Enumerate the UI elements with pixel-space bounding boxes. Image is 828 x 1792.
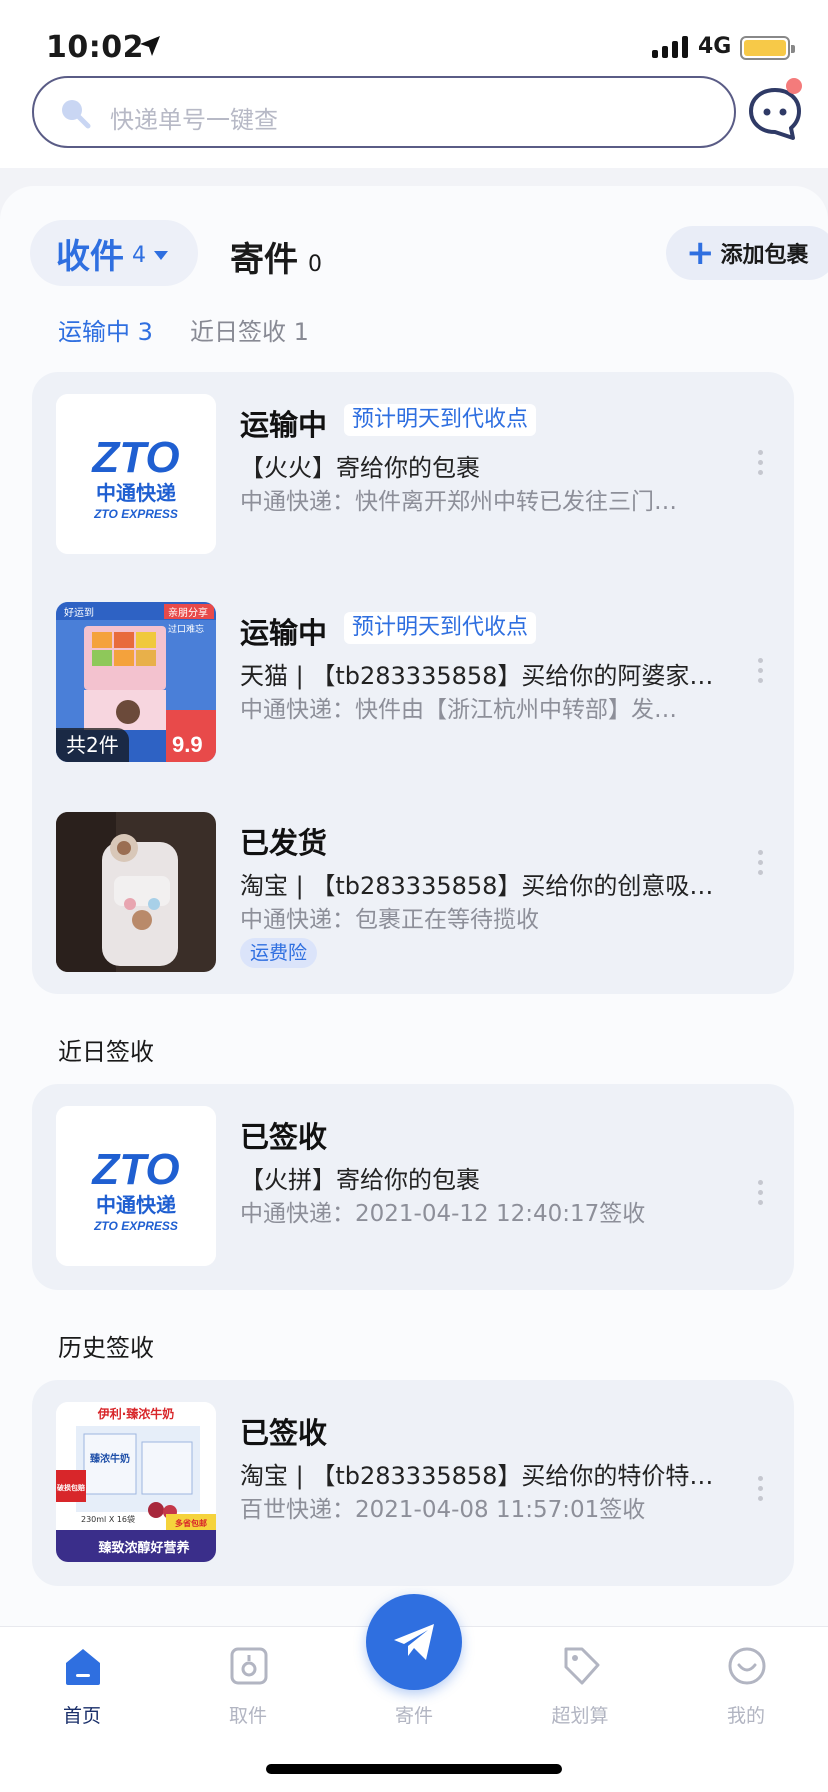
tab-receive-label: 收件	[56, 236, 124, 277]
package-detail: 百世快递：2021-04-08 11:57:01签收	[240, 1497, 646, 1523]
home-icon	[66, 1649, 100, 1685]
section-title-recent: 近日签收	[58, 1038, 154, 1066]
add-package-button[interactable]: + 添加包裹	[666, 226, 828, 280]
nav-pickup-label: 取件	[228, 1705, 267, 1727]
svg-text:亲朋分享: 亲朋分享	[168, 606, 208, 619]
tab-send-count: 0	[308, 252, 322, 277]
package-detail: 中通快递：2021-04-12 12:40:17签收	[240, 1201, 646, 1227]
tab-send-label: 寄件	[230, 240, 298, 280]
pickup-icon	[230, 1647, 268, 1685]
section-title-history: 历史签收	[58, 1334, 154, 1362]
tab-receive[interactable]: 收件 4	[30, 220, 198, 286]
more-options-icon[interactable]	[758, 850, 766, 875]
package-detail: 中通快递：快件由【浙江杭州中转部】发…	[240, 697, 677, 723]
svg-text:破损包赔: 破损包赔	[57, 1483, 85, 1492]
nav-home-label: 首页	[62, 1705, 101, 1727]
network-type: 4G	[698, 34, 732, 59]
svg-text:ZTO EXPRESS: ZTO EXPRESS	[93, 507, 178, 521]
package-title: 淘宝 | 【tb283335858】买给你的创意吸…	[240, 872, 714, 900]
package-row[interactable]: 已发货 淘宝 | 【tb283335858】买给你的创意吸… 中通快递：包裹正在…	[32, 790, 794, 972]
subtab-in-transit[interactable]: 运输中 3	[58, 312, 153, 347]
more-options-icon[interactable]	[758, 450, 766, 475]
tag-icon	[564, 1647, 600, 1685]
svg-text:230ml X 16袋: 230ml X 16袋	[81, 1514, 135, 1524]
product-thumbnail-snacks: 好运到 亲朋分享 过口难忘 9.9 共2件	[56, 602, 216, 762]
svg-text:臻致浓醇好营养: 臻致浓醇好营养	[98, 1540, 190, 1556]
item-count-badge: 共2件	[56, 728, 129, 762]
signal-icon	[652, 36, 688, 58]
svg-text:ZTO: ZTO	[90, 1145, 179, 1194]
chevron-down-icon	[154, 250, 168, 260]
search-icon	[62, 100, 91, 129]
search-placeholder: 快递单号一键查	[110, 106, 278, 134]
location-arrow-icon	[140, 36, 160, 56]
package-title: 【火拼】寄给你的包裹	[240, 1166, 480, 1194]
zto-logo: ZTO 中通快递 ZTO EXPRESS	[56, 1106, 216, 1266]
product-thumbnail-milk: 伊利·臻浓牛奶 臻浓牛奶 破损包赔 230ml X 16袋 多省包邮 臻致浓醇好…	[56, 1402, 216, 1562]
package-row[interactable]: 伊利·臻浓牛奶 臻浓牛奶 破损包赔 230ml X 16袋 多省包邮 臻致浓醇好…	[32, 1380, 794, 1562]
package-row[interactable]: 好运到 亲朋分享 过口难忘 9.9 共2件 运输中 预计明天到代收点 天猫 | …	[32, 580, 794, 762]
send-fab-button[interactable]	[366, 1594, 462, 1690]
tab-receive-count: 4	[132, 242, 146, 268]
svg-text:ZTO: ZTO	[90, 433, 179, 482]
nav-deals-label: 超划算	[551, 1705, 609, 1727]
add-package-label: 添加包裹	[720, 243, 809, 268]
package-status: 已签收	[240, 1416, 328, 1450]
package-title: 天猫 | 【tb283335858】买给你的阿婆家…	[240, 662, 714, 690]
more-options-icon[interactable]	[758, 1476, 766, 1501]
nav-send-label: 寄件	[394, 1705, 433, 1727]
status-time: 10:02	[46, 30, 144, 65]
subtab-recent[interactable]: 近日签收 1	[190, 312, 309, 347]
package-detail: 中通快递：快件离开郑州中转已发往三门…	[240, 489, 677, 515]
svg-text:中通快递: 中通快递	[96, 1193, 176, 1217]
package-status: 已发货	[240, 826, 328, 860]
nav-profile-label: 我的	[726, 1705, 765, 1727]
package-status: 运输中	[240, 408, 328, 442]
status-bar: 10:02 4G	[0, 0, 828, 70]
package-title: 【火火】寄给你的包裹	[240, 454, 480, 482]
product-thumbnail-bottle	[56, 812, 216, 972]
svg-text:9.9: 9.9	[172, 732, 203, 757]
more-options-icon[interactable]	[758, 658, 766, 683]
more-options-icon[interactable]	[758, 1180, 766, 1205]
battery-icon	[740, 36, 795, 60]
package-status: 运输中	[240, 616, 328, 650]
plus-icon: +	[686, 233, 715, 273]
package-title: 淘宝 | 【tb283335858】买给你的特价特…	[240, 1462, 714, 1490]
eta-tag: 预计明天到代收点	[344, 612, 537, 644]
svg-text:伊利·臻浓牛奶: 伊利·臻浓牛奶	[97, 1406, 175, 1421]
svg-text:ZTO EXPRESS: ZTO EXPRESS	[93, 1219, 178, 1233]
package-row[interactable]: ZTO 中通快递 ZTO EXPRESS 已签收 【火拼】寄给你的包裹 中通快递…	[32, 1084, 794, 1266]
history-card: 伊利·臻浓牛奶 臻浓牛奶 破损包赔 230ml X 16袋 多省包邮 臻致浓醇好…	[32, 1380, 794, 1586]
svg-text:好运到: 好运到	[64, 607, 94, 619]
home-indicator	[266, 1764, 562, 1774]
in-transit-card: ZTO 中通快递 ZTO EXPRESS 运输中 预计明天到代收点 【火火】寄给…	[32, 372, 794, 994]
svg-text:中通快递: 中通快递	[96, 481, 176, 505]
svg-text:过口难忘: 过口难忘	[168, 623, 204, 635]
package-row[interactable]: ZTO 中通快递 ZTO EXPRESS 运输中 预计明天到代收点 【火火】寄给…	[32, 372, 794, 554]
zto-logo: ZTO 中通快递 ZTO EXPRESS	[56, 394, 216, 554]
package-detail: 中通快递：包裹正在等待揽收	[240, 907, 539, 933]
tab-send[interactable]: 寄件 0	[230, 232, 322, 281]
send-plane-icon	[394, 1624, 434, 1660]
profile-icon	[728, 1647, 766, 1685]
recent-card: ZTO 中通快递 ZTO EXPRESS 已签收 【火拼】寄给你的包裹 中通快递…	[32, 1084, 794, 1290]
search-input[interactable]: 快递单号一键查	[32, 76, 736, 148]
svg-text:多省包邮: 多省包邮	[175, 1518, 207, 1528]
package-status: 已签收	[240, 1120, 328, 1154]
unread-dot	[786, 78, 802, 94]
svg-text:臻浓牛奶: 臻浓牛奶	[90, 1452, 130, 1465]
eta-tag: 预计明天到代收点	[344, 404, 537, 436]
shipping-insurance-tag: 运费险	[240, 938, 318, 968]
